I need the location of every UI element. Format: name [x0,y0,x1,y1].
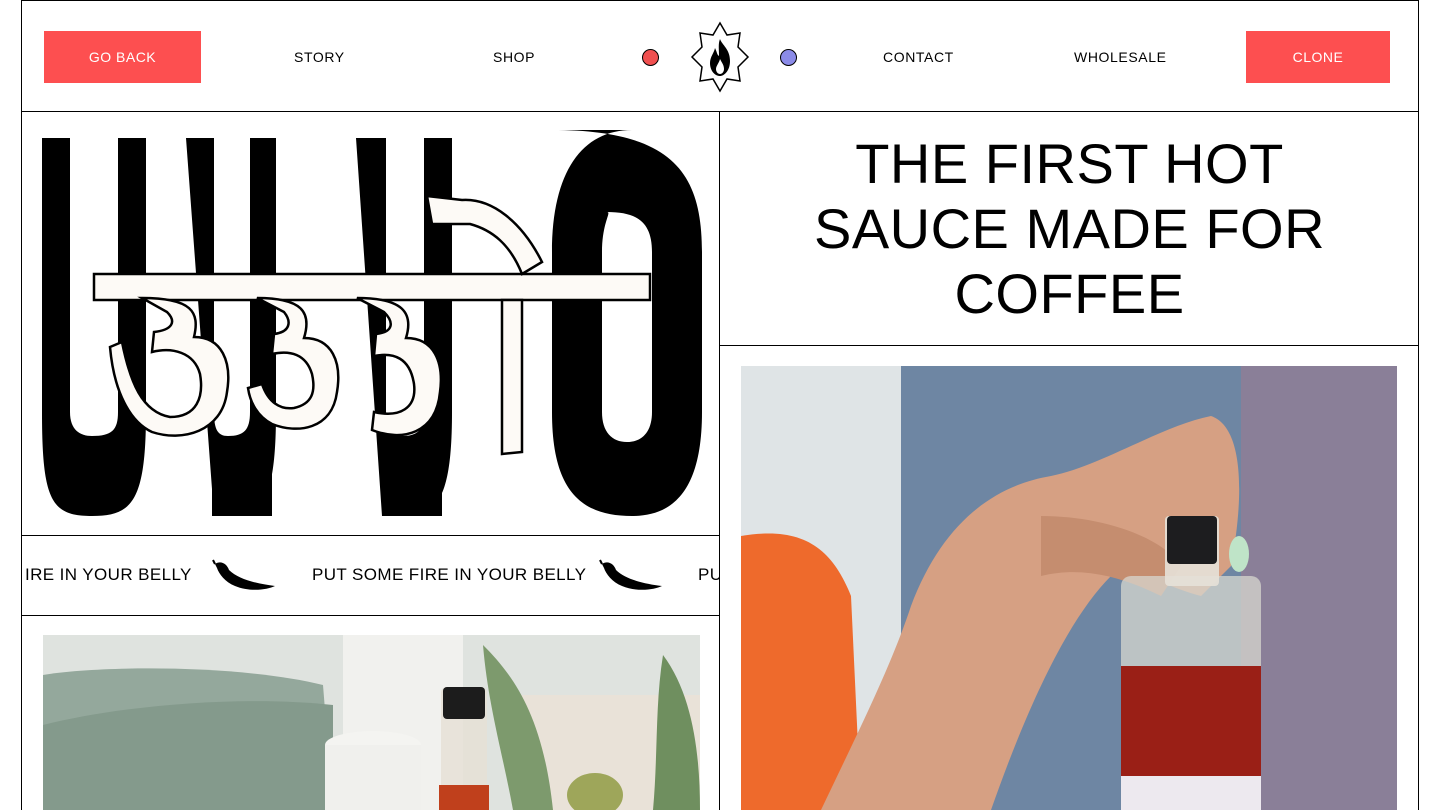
color-dot-purple[interactable] [780,49,797,66]
marquee-text: IRE IN YOUR BELLY [25,565,192,584]
product-photo-hand [741,366,1397,810]
headline-panel: THE FIRST HOT SAUCE MADE FOR COFFEE [720,112,1419,346]
product-photo-table [43,635,700,810]
marquee-banner: IRE IN YOUR BELLY PUT SOME FIRE IN YOUR … [22,536,719,616]
flame-star-icon[interactable] [690,21,750,93]
marquee-track: IRE IN YOUR BELLY PUT SOME FIRE IN YOUR … [22,536,719,615]
brand-wordmark [22,112,719,536]
ujjo-logo-graphic [42,130,702,516]
product-photo-graphic [43,635,700,810]
color-dot-red[interactable] [642,49,659,66]
hand-bottle-graphic [741,366,1397,810]
clone-button[interactable]: CLONE [1246,31,1390,83]
nav-link-wholesale[interactable]: WHOLESALE [1074,47,1167,67]
chili-pepper-icon [599,559,662,590]
go-back-button[interactable]: GO BACK [44,31,201,83]
nav-link-story[interactable]: STORY [294,47,345,67]
chili-pepper-icon [212,559,275,590]
hero-headline: THE FIRST HOT SAUCE MADE FOR COFFEE [813,132,1326,325]
marquee-text: PU [698,565,719,584]
marquee-text: PUT SOME FIRE IN YOUR BELLY [312,565,587,584]
nav-link-shop[interactable]: SHOP [493,47,535,67]
top-nav: GO BACK STORY SHOP CONTACT WHOLESALE CLO… [22,0,1419,112]
nav-link-contact[interactable]: CONTACT [883,47,954,67]
